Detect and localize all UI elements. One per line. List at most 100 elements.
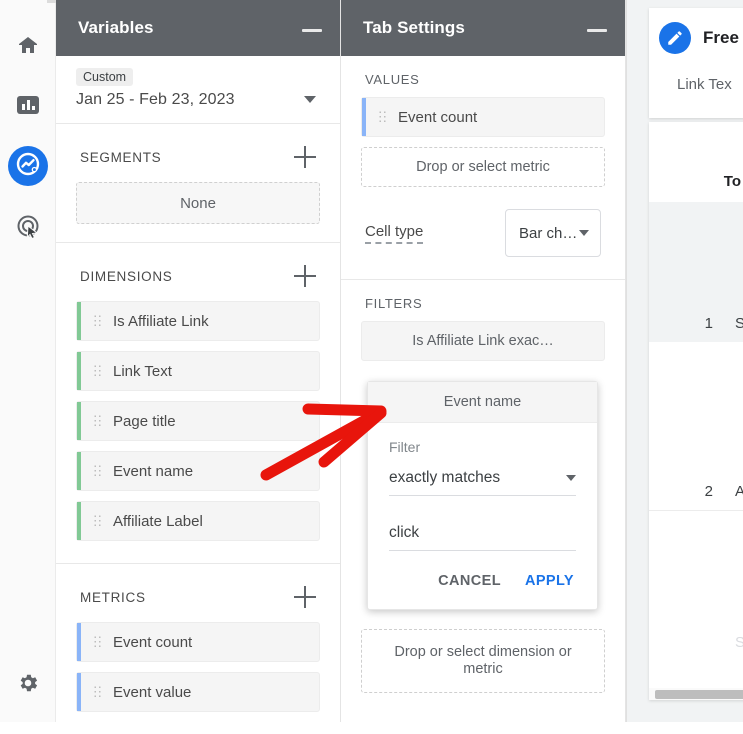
dimension-label: Affiliate Label [113,513,203,530]
date-range-chip: Custom [76,68,133,86]
filter-value-input[interactable]: click [389,524,576,551]
add-dimension-button[interactable] [294,265,316,287]
report-title: Free [703,28,739,48]
dimensions-header: DIMENSIONS [76,243,320,301]
cell-type-value: Bar ch… [519,225,577,242]
drop-dimension-or-metric-zone[interactable]: Drop or select dimension or metric [361,629,605,693]
date-range-value: Jan 25 - Feb 23, 2023 [76,91,320,109]
row-cell: S [735,315,743,332]
sidebar-item-advertising[interactable] [0,206,56,246]
dimensions-section: DIMENSIONS Is Affiliate Link Link Text [56,243,340,564]
report-canvas: Free Link Tex To 1 S 2 A S [626,0,743,722]
sidebar-item-explore[interactable] [8,146,48,186]
chevron-down-icon[interactable] [304,96,316,103]
add-metric-button[interactable] [294,586,316,608]
advertising-target-icon [15,213,41,239]
table-footer-text: S [735,634,743,651]
reports-icon [15,92,41,118]
dimension-color-bar [77,302,81,340]
list-item[interactable]: Event count [76,622,320,662]
dimension-color-bar [77,352,81,390]
metrics-list: Event count Event value [76,622,320,734]
value-label: Event count [398,109,477,126]
table-header-row: To [649,122,743,202]
tab-settings-panel-header: Tab Settings [341,0,625,56]
gear-icon [16,671,40,695]
table-row[interactable]: 2 A [649,342,743,510]
variables-panel-title: Variables [78,18,154,38]
drag-handle-icon[interactable] [93,364,102,378]
sidebar-item-home[interactable] [0,25,56,65]
sidebar-item-reports[interactable] [0,85,56,125]
scrollbar-thumb[interactable] [655,690,743,699]
primary-nav-rail [0,0,56,722]
add-segment-button[interactable] [294,146,316,168]
dimension-label: Link Text [113,363,172,380]
sidebar-item-admin[interactable] [0,663,56,703]
tab-settings-panel-title: Tab Settings [363,18,465,38]
table-footer-row: S [649,511,743,661]
report-table: To 1 S 2 A S [649,122,743,700]
metrics-label: METRICS [80,590,146,605]
drag-handle-icon[interactable] [93,464,102,478]
dimension-label: Event name [113,463,193,480]
filter-editor-header[interactable]: Event name [368,382,597,423]
drag-handle-icon[interactable] [93,685,102,699]
chevron-down-icon [579,230,589,236]
ga4-explore-screen: Variables Custom Jan 25 - Feb 23, 2023 S… [0,0,743,722]
dimension-color-bar [77,502,81,540]
dimension-label: Is Affiliate Link [113,313,209,330]
filter-editor-actions: CANCEL APPLY [389,551,576,595]
variables-panel-header: Variables [56,0,340,56]
segment-none-dropzone[interactable]: None [76,182,320,224]
metrics-header: METRICS [76,564,320,622]
list-item[interactable]: Affiliate Label [76,501,320,541]
metric-color-bar [362,98,366,136]
drop-metric-zone[interactable]: Drop or select metric [361,147,605,187]
cell-type-label[interactable]: Cell type [365,223,423,244]
filter-editor-popup: Event name Filter exactly matches click … [367,381,598,610]
list-item[interactable]: Page title [76,401,320,441]
drag-handle-icon[interactable] [93,635,102,649]
date-range-selector[interactable]: Custom Jan 25 - Feb 23, 2023 [56,56,340,124]
filter-caption: Filter [389,439,576,455]
list-item[interactable]: Event name [76,451,320,491]
dimensions-label: DIMENSIONS [80,269,173,284]
filters-label: FILTERS [361,280,605,321]
rail-top-divider [47,0,56,3]
value-chip[interactable]: Event count [361,97,605,137]
filter-chip-affiliate[interactable]: Is Affiliate Link exac… [361,321,605,361]
variables-minimize-button[interactable] [302,29,322,32]
variables-panel: Variables Custom Jan 25 - Feb 23, 2023 S… [56,0,341,722]
list-item[interactable]: Event value [76,672,320,712]
drag-handle-icon[interactable] [93,414,102,428]
list-item[interactable]: Link Text [76,351,320,391]
column-header: To [724,173,741,190]
tab-settings-panel: Tab Settings VALUES Event count Drop or … [341,0,626,722]
drag-handle-icon[interactable] [378,110,387,124]
tab-settings-minimize-button[interactable] [587,29,607,32]
dimension-color-bar [77,402,81,440]
apply-button[interactable]: APPLY [525,573,574,589]
cell-type-row: Cell type Bar ch… [361,187,605,279]
report-title-row: Free [659,22,743,54]
metric-color-bar [77,673,81,711]
edit-pencil-icon[interactable] [659,22,691,54]
segments-section: SEGMENTS None [56,124,340,243]
row-cell: A [735,483,743,500]
dimension-color-bar [77,452,81,490]
cell-type-select[interactable]: Bar ch… [505,209,601,257]
drag-handle-icon[interactable] [93,514,102,528]
home-icon [16,33,40,57]
dimensions-list: Is Affiliate Link Link Text Page title E… [76,301,320,563]
metric-label: Event count [113,634,192,651]
list-item[interactable]: Is Affiliate Link [76,301,320,341]
drag-handle-icon[interactable] [93,314,102,328]
row-index: 1 [705,315,713,332]
segments-header: SEGMENTS [76,124,320,182]
cancel-button[interactable]: CANCEL [438,573,501,589]
filter-editor-body: Filter exactly matches click CANCEL APPL… [368,423,597,609]
table-row[interactable]: 1 S [649,202,743,342]
table-horizontal-scrollbar[interactable] [649,688,743,700]
match-type-select[interactable]: exactly matches [389,469,576,496]
